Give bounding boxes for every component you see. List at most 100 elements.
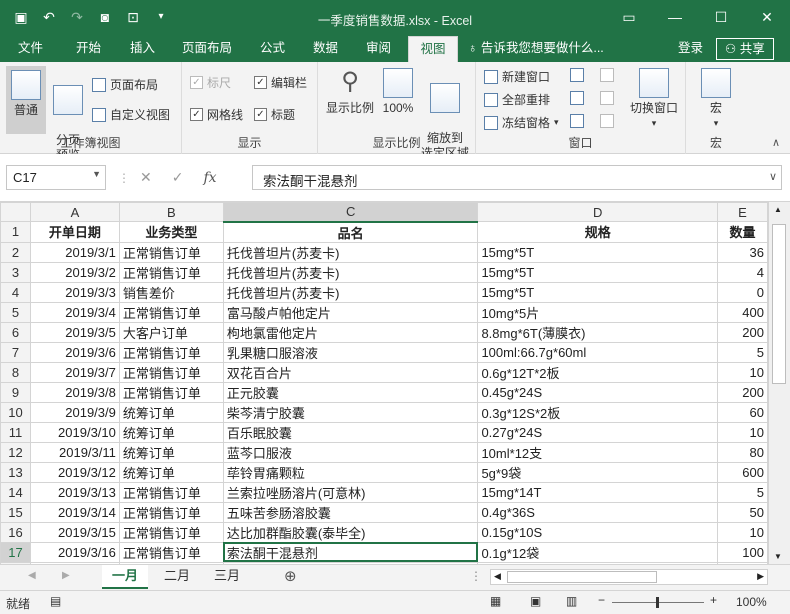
cell[interactable]: 0.27g*24S <box>477 421 719 443</box>
tab-review[interactable]: 审阅 <box>358 36 399 62</box>
cell[interactable]: 托伐普坦片(苏麦卡) <box>222 241 479 263</box>
close-button[interactable]: ✕ <box>744 0 790 36</box>
cell[interactable]: 托伐普坦片(苏麦卡) <box>222 261 479 283</box>
scroll-up-icon[interactable]: ▲ <box>774 205 782 214</box>
unhide-icon[interactable] <box>570 114 584 128</box>
cell[interactable]: 2019/3/13 <box>29 481 120 503</box>
add-sheet-icon[interactable]: ⊕ <box>284 567 297 585</box>
tab-home[interactable]: 开始 <box>68 36 109 62</box>
cell[interactable]: 达比加群酯胶囊(泰毕全) <box>222 521 479 543</box>
cell[interactable]: 0.1g*12袋 <box>477 541 719 563</box>
cell[interactable]: 正常销售订单 <box>118 341 224 363</box>
cell[interactable]: 蓝芩口服液 <box>222 441 479 463</box>
cell[interactable]: 开单日期 <box>29 221 120 243</box>
chevron-down-icon[interactable]: ▼ <box>92 169 101 179</box>
cell[interactable]: 400 <box>717 301 768 323</box>
cell[interactable]: 正常销售订单 <box>118 241 224 263</box>
cell[interactable]: 8.8mg*6T(薄膜衣) <box>477 321 719 343</box>
page-layout-button[interactable]: 页面布局 <box>92 76 158 93</box>
hide-icon[interactable] <box>570 91 584 105</box>
cell[interactable]: 50 <box>717 501 768 523</box>
row-header[interactable]: 3 <box>0 261 31 283</box>
tab-data[interactable]: 数据 <box>305 36 346 62</box>
ribbon-display-icon[interactable]: ▭ <box>606 0 652 36</box>
normal-view-icon[interactable]: ▦ <box>490 594 501 608</box>
row-header[interactable]: 7 <box>0 341 31 363</box>
cell[interactable]: 10ml*12支 <box>477 441 719 463</box>
cell[interactable]: 2019/3/2 <box>29 261 120 283</box>
cell[interactable]: 2019/3/16 <box>29 541 120 563</box>
cell[interactable]: 10 <box>717 361 768 383</box>
scroll-down-icon[interactable]: ▼ <box>774 552 782 561</box>
cell[interactable]: 枸地氯雷他定片 <box>222 321 479 343</box>
macro-record-icon[interactable]: ▤ <box>50 594 61 608</box>
scroll-thumb[interactable] <box>507 571 657 583</box>
cell[interactable]: 索法酮干混悬剂 <box>222 541 479 563</box>
scroll-left-icon[interactable]: ◀ <box>494 571 501 582</box>
row-header[interactable]: 14 <box>0 481 31 503</box>
zoom-in-icon[interactable]: + <box>710 593 717 607</box>
cell[interactable]: 乳果糖口服溶液 <box>222 341 479 363</box>
cell[interactable]: 荜铃胃痛颗粒 <box>222 461 479 483</box>
freeze-panes-button[interactable]: 冻结窗格 ▾ <box>484 114 559 131</box>
row-header[interactable]: 2 <box>0 241 31 263</box>
next-sheet-icon[interactable]: ▶ <box>62 570 70 581</box>
cell[interactable]: 0.45g*24S <box>477 381 719 403</box>
row-header[interactable]: 10 <box>0 401 31 423</box>
cell[interactable]: 0.15g*10S <box>477 521 719 543</box>
cell[interactable]: 0.6g*12T*2板 <box>477 361 719 383</box>
cell[interactable]: 0.3g*12S*2板 <box>477 401 719 423</box>
cell[interactable]: 0 <box>717 281 768 303</box>
zoom-level[interactable]: 100% <box>736 595 767 609</box>
page-layout-icon[interactable]: ▣ <box>530 594 541 608</box>
sheet-tab-2[interactable]: 二月 <box>154 565 200 589</box>
tab-insert[interactable]: 插入 <box>122 36 163 62</box>
horizontal-scrollbar[interactable]: ◀ ▶ <box>490 569 768 585</box>
cell[interactable]: 柴芩清宁胶囊 <box>222 401 479 423</box>
cell[interactable]: 15mg*14T <box>477 481 719 503</box>
cell[interactable]: 2019/3/11 <box>29 441 120 463</box>
row-header[interactable]: 11 <box>0 421 31 443</box>
share-button[interactable]: ⚇ 共享 <box>716 38 774 60</box>
cell[interactable]: 2019/3/1 <box>29 241 120 263</box>
cell[interactable]: 五味苦参肠溶胶囊 <box>222 501 479 523</box>
cell[interactable]: 2019/3/9 <box>29 401 120 423</box>
cell[interactable]: 大客户订单 <box>118 321 224 343</box>
scroll-thumb[interactable] <box>772 224 786 384</box>
cell[interactable]: 2019/3/10 <box>29 421 120 443</box>
cell[interactable]: 兰索拉唑肠溶片(可意林) <box>222 481 479 503</box>
sync-scroll-icon[interactable] <box>600 91 614 105</box>
cell[interactable]: 托伐普坦片(苏麦卡) <box>222 281 479 303</box>
cell[interactable]: 2019/3/14 <box>29 501 120 523</box>
custom-views-button[interactable]: 自定义视图 <box>92 106 170 123</box>
save-icon[interactable]: ▣ <box>12 8 30 26</box>
cell[interactable]: 15mg*5T <box>477 241 719 263</box>
cell[interactable]: 5g*9袋 <box>477 461 719 483</box>
undo-icon[interactable]: ↶ <box>40 8 58 26</box>
zoom-out-icon[interactable]: − <box>598 593 605 607</box>
zoom-slider-thumb[interactable] <box>656 597 659 608</box>
zoom-100-button[interactable]: 100% <box>380 68 416 116</box>
collapse-ribbon-icon[interactable]: ∧ <box>772 136 780 149</box>
sheet-tab-1[interactable]: 一月 <box>102 565 149 589</box>
cell[interactable]: 200 <box>717 381 768 403</box>
headings-checkbox[interactable]: ✓ 标题 <box>254 106 295 123</box>
insert-function-icon[interactable]: fx <box>203 170 216 186</box>
cell[interactable]: 0.4g*36S <box>477 501 719 523</box>
cell[interactable]: 15mg*5T <box>477 281 719 303</box>
sign-in-link[interactable]: 登录 <box>670 36 711 62</box>
cell[interactable]: 规格 <box>477 221 719 243</box>
split-icon[interactable] <box>570 68 584 82</box>
minimize-button[interactable]: — <box>652 0 698 36</box>
tell-me-box[interactable]: ♁ 告诉我您想要做什么... <box>468 36 604 62</box>
vertical-scrollbar[interactable]: ▲ ▼ <box>768 202 790 564</box>
cell[interactable]: 统筹订单 <box>118 461 224 483</box>
cell[interactable]: 10 <box>717 521 768 543</box>
switch-windows-button[interactable]: 切换窗口 ▾ <box>626 68 682 131</box>
cell[interactable]: 双花百合片 <box>222 361 479 383</box>
row-header[interactable]: 9 <box>0 381 31 403</box>
cell[interactable]: 富马酸卢帕他定片 <box>222 301 479 323</box>
cell[interactable]: 正元胶囊 <box>222 381 479 403</box>
row-header[interactable]: 5 <box>0 301 31 323</box>
zoom-button[interactable]: ⚲ 显示比例 <box>324 68 376 116</box>
